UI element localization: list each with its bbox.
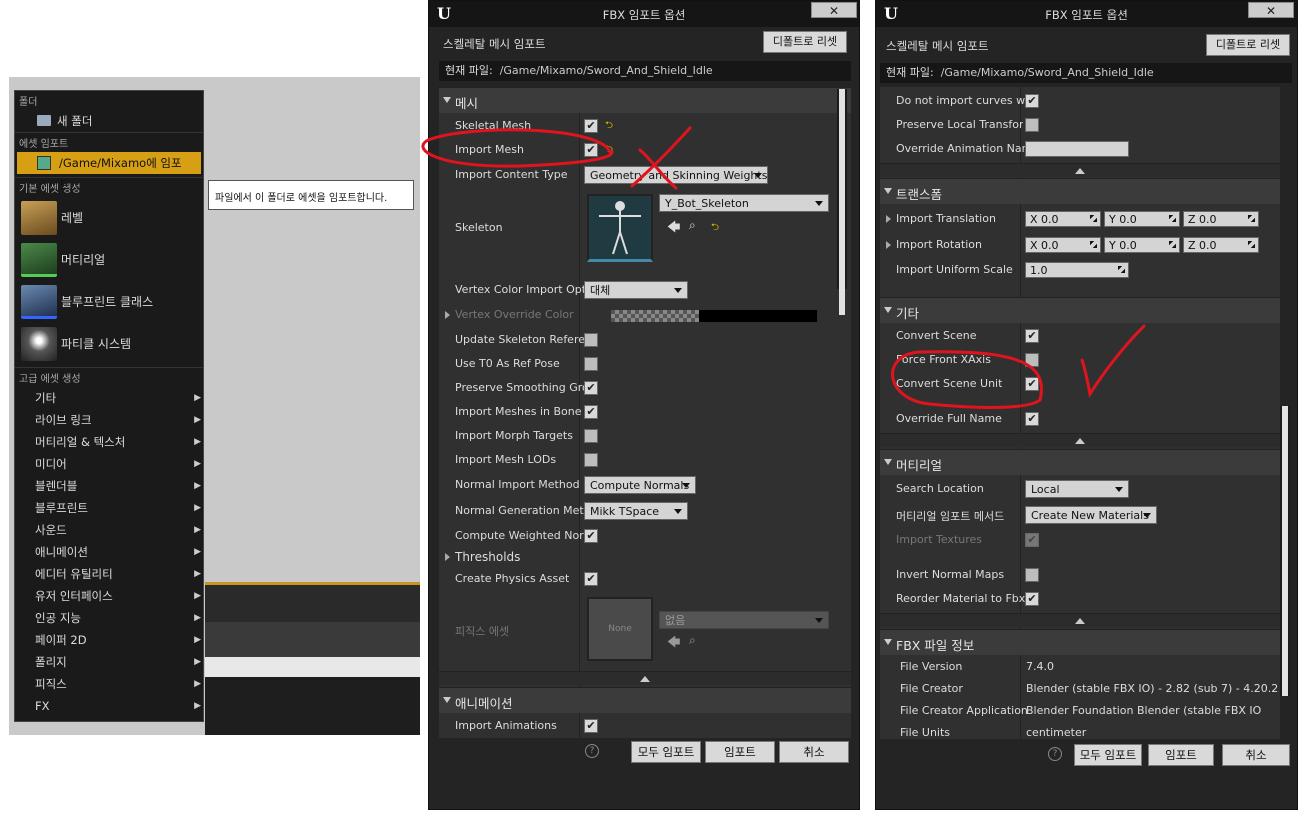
annotation-cross: [630, 126, 692, 188]
annotation-cross: [638, 148, 678, 190]
annotation-overlay: [421, 126, 1146, 409]
annotation-circle: [891, 350, 1043, 409]
annotation-circle: [421, 128, 614, 168]
annotation-check: [1080, 324, 1146, 398]
